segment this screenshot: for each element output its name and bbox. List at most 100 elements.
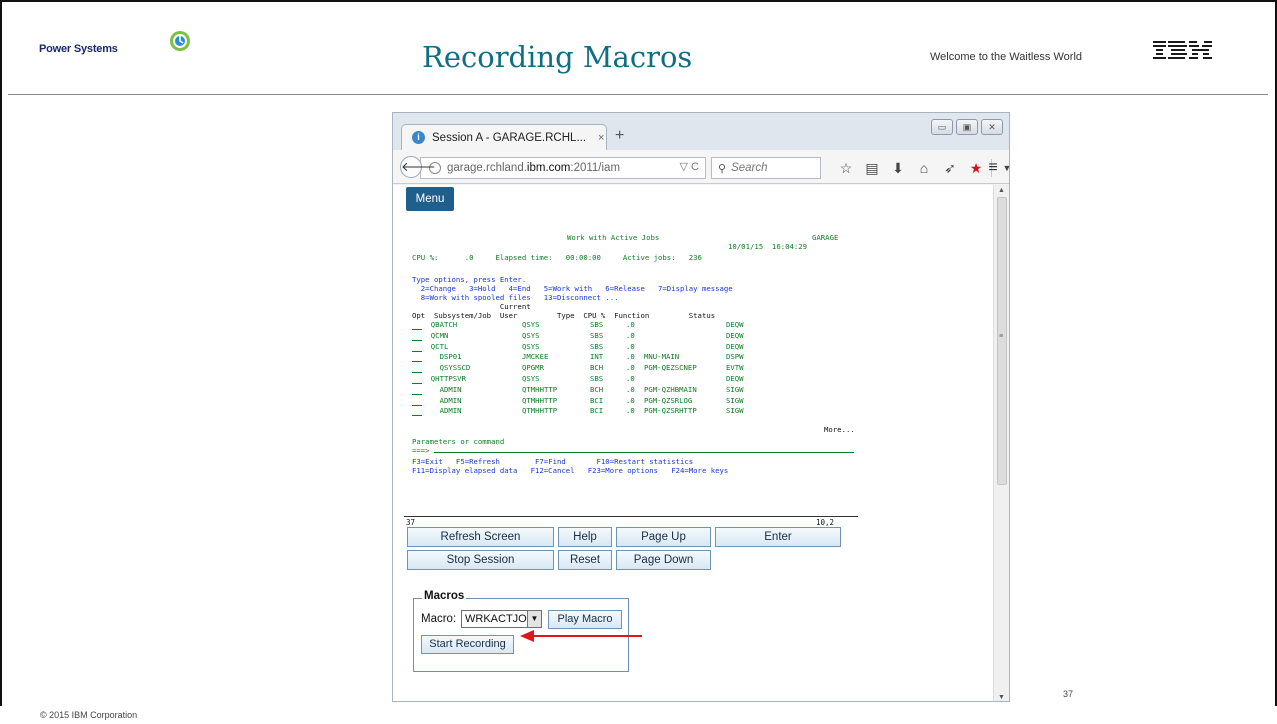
reading-list-icon[interactable]: ▤ bbox=[859, 157, 885, 179]
opt-input[interactable] bbox=[412, 404, 422, 406]
job-function: PGM-QZSRHTTP bbox=[644, 406, 697, 416]
opt-input[interactable] bbox=[412, 350, 422, 352]
job-status: SIGW bbox=[726, 384, 744, 394]
column-header-1: Current bbox=[412, 302, 531, 311]
refresh-screen-button[interactable]: Refresh Screen bbox=[407, 527, 554, 547]
page-number: 37 bbox=[1063, 689, 1074, 699]
new-tab-button[interactable]: + bbox=[615, 127, 624, 145]
job-cpu: .0 bbox=[626, 374, 635, 383]
screen-title: Work with Active Jobs bbox=[567, 233, 660, 242]
job-user: QSYS bbox=[522, 330, 540, 340]
macro-select-value: WRKACTJOB bbox=[465, 613, 535, 625]
ibm-logo bbox=[1153, 41, 1212, 59]
send-icon[interactable]: ➶ bbox=[937, 157, 963, 179]
hamburger-menu-icon[interactable]: ≡ bbox=[983, 157, 1003, 179]
job-function: MNU-MAIN bbox=[644, 352, 680, 362]
command-prompt[interactable]: ===> bbox=[412, 446, 430, 455]
home-icon[interactable]: ⌂ bbox=[911, 157, 937, 179]
search-box[interactable]: ⚲ Search bbox=[711, 157, 821, 179]
job-user: QTMHHTTP bbox=[522, 406, 558, 416]
start-recording-button[interactable]: Start Recording bbox=[421, 635, 514, 654]
opt-input[interactable] bbox=[412, 393, 422, 395]
job-type: BCH bbox=[590, 363, 604, 373]
help-button[interactable]: Help bbox=[558, 527, 612, 547]
window-controls: ▭ ▣ ✕ bbox=[931, 119, 1003, 135]
navigation-bar: garage.rchland.ibm.com:2011/iam ▽ C 🡐 ⚲ … bbox=[393, 150, 1009, 184]
job-user: QPGMR bbox=[522, 363, 544, 373]
stop-session-button[interactable]: Stop Session bbox=[407, 550, 554, 570]
job-name: QBATCH bbox=[422, 320, 458, 329]
url-bar[interactable]: garage.rchland.ibm.com:2011/iam ▽ C bbox=[420, 157, 706, 179]
more-indicator: More... bbox=[824, 425, 855, 434]
job-status: EVTW bbox=[726, 363, 744, 373]
command-input-line[interactable] bbox=[434, 452, 854, 453]
page-viewport: Menu Work with Active Jobs GARAGE 10/01/… bbox=[393, 185, 993, 701]
search-placeholder: Search bbox=[731, 162, 768, 174]
enter-button[interactable]: Enter bbox=[715, 527, 841, 547]
job-cpu: .0 bbox=[626, 363, 635, 373]
browser-window: i Session A - GARAGE.RCHL... × + ▭ ▣ ✕ g… bbox=[392, 112, 1010, 702]
scroll-down-icon[interactable]: ▼ bbox=[998, 694, 1005, 701]
job-name: QCTL bbox=[422, 341, 449, 351]
reload-icon[interactable]: ▽ C bbox=[680, 160, 699, 173]
job-user: QSYS bbox=[522, 320, 540, 329]
opt-input[interactable] bbox=[412, 361, 422, 363]
opt-input[interactable] bbox=[412, 329, 422, 330]
job-status: DEQW bbox=[726, 330, 744, 340]
tab-strip: i Session A - GARAGE.RCHL... × + ▭ ▣ ✕ bbox=[393, 113, 1009, 150]
page-down-button[interactable]: Page Down bbox=[616, 550, 711, 570]
download-icon[interactable]: ⬇ bbox=[885, 157, 911, 179]
job-name: DSP01 bbox=[422, 352, 462, 362]
job-type: BCH bbox=[590, 384, 604, 394]
instruction-line: Type options, press Enter. bbox=[412, 275, 527, 284]
job-cpu: .0 bbox=[626, 395, 635, 405]
job-type: SBS bbox=[590, 320, 604, 329]
job-type: BCI bbox=[590, 395, 604, 405]
back-button[interactable]: 🡐 bbox=[400, 156, 436, 178]
close-window-button[interactable]: ✕ bbox=[981, 119, 1003, 135]
power-systems-logo: Power Systems bbox=[39, 31, 190, 61]
copyright: © 2015 IBM Corporation bbox=[40, 710, 138, 720]
job-type: SBS bbox=[590, 341, 604, 351]
job-cpu: .0 bbox=[626, 406, 635, 416]
job-name: QHTTPSVR bbox=[422, 374, 466, 383]
job-status: SIGW bbox=[726, 395, 744, 405]
options-line-1: 2=Change 3=Hold 4=End 5=Work with 6=Rele… bbox=[412, 284, 733, 293]
slide-frame-top bbox=[0, 0, 1277, 2]
star-icon[interactable]: ☆ bbox=[833, 157, 859, 179]
menu-button[interactable]: Menu bbox=[406, 187, 454, 211]
reset-button[interactable]: Reset bbox=[558, 550, 612, 570]
job-cpu: .0 bbox=[626, 352, 635, 362]
job-function: PGM-QZSRLOG bbox=[644, 395, 693, 405]
parameters-label: Parameters or command bbox=[412, 437, 505, 446]
opt-input[interactable] bbox=[412, 372, 422, 374]
job-function: PGM-QEZSCNEP bbox=[644, 363, 697, 373]
stats-line: CPU %: .0 Elapsed time: 00:00:00 Active … bbox=[412, 253, 702, 262]
power-systems-globe-icon bbox=[170, 31, 190, 51]
tab-session-a[interactable]: i Session A - GARAGE.RCHL... × bbox=[401, 124, 607, 150]
minimize-button[interactable]: ▭ bbox=[931, 119, 953, 135]
job-cpu: .0 bbox=[626, 320, 635, 329]
opt-input[interactable] bbox=[412, 339, 422, 341]
tab-close-icon[interactable]: × bbox=[598, 132, 604, 144]
scroll-up-icon[interactable]: ▲ bbox=[998, 187, 1005, 194]
opt-input[interactable] bbox=[412, 383, 422, 384]
session-favicon-icon: i bbox=[412, 131, 425, 144]
column-header-2: Opt Subsystem/Job User Type CPU % Functi… bbox=[412, 311, 716, 320]
job-user: QSYS bbox=[522, 374, 540, 383]
vertical-scrollbar[interactable]: ▲ ≡ ▼ bbox=[993, 185, 1009, 701]
power-systems-text: Power Systems bbox=[39, 43, 118, 55]
page-up-button[interactable]: Page Up bbox=[616, 527, 711, 547]
maximize-button[interactable]: ▣ bbox=[956, 119, 978, 135]
red-arrow-annotation-icon bbox=[520, 630, 642, 642]
header-divider bbox=[8, 94, 1268, 95]
slide: Power Systems Recording Macros Welcome t… bbox=[0, 0, 1277, 724]
function-keys-2: F11=Display elapsed data F12=Cancel F23=… bbox=[412, 466, 729, 475]
opt-input[interactable] bbox=[412, 415, 422, 417]
job-type: SBS bbox=[590, 330, 604, 340]
job-name: QCMN bbox=[422, 330, 449, 340]
job-user: QTMHHTTP bbox=[522, 395, 558, 405]
scrollbar-thumb[interactable] bbox=[997, 197, 1007, 485]
job-name: ADMIN bbox=[422, 395, 462, 405]
system-name: GARAGE bbox=[812, 233, 839, 242]
